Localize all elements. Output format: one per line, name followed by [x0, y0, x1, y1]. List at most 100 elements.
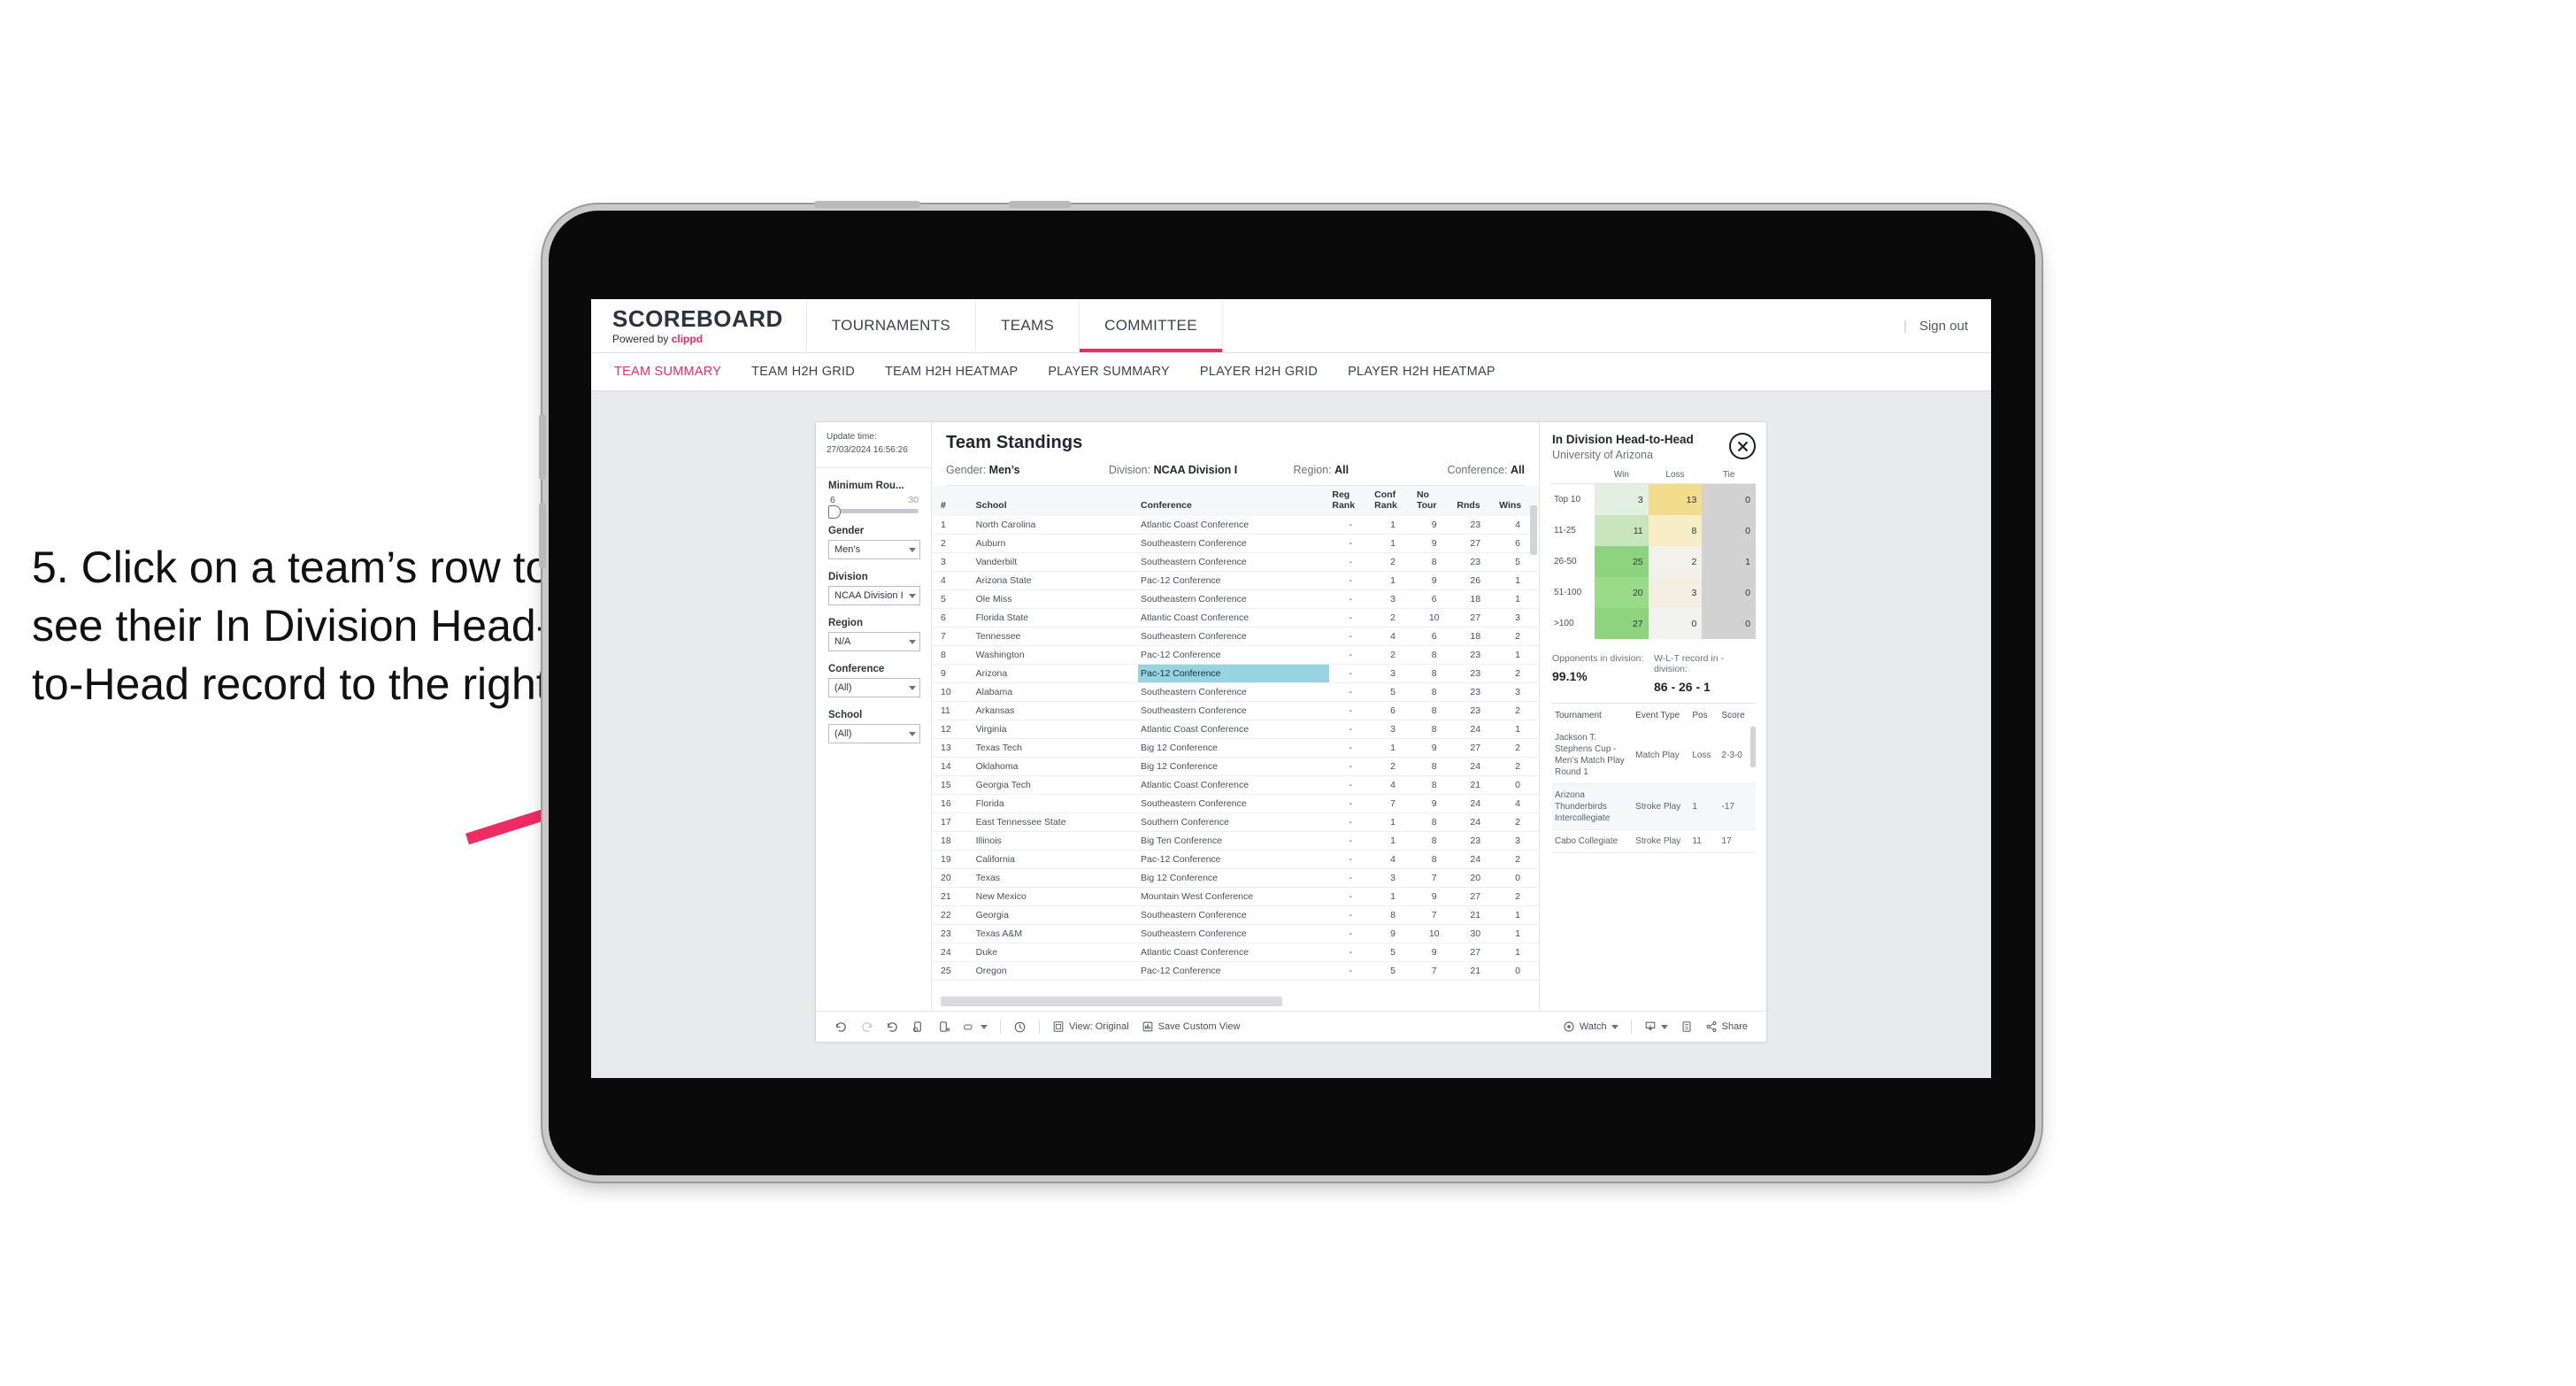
table-row[interactable]: 17 East Tennessee State Southern Conferenc… [932, 812, 1539, 833]
event-row[interactable]: Arizona Thunderbirds Intercollegiate Stro… [1552, 783, 1756, 831]
meta-region-label: Region: [1293, 464, 1332, 476]
division-select[interactable]: NCAA Division I [828, 586, 920, 605]
highlight-icon[interactable] [957, 1020, 994, 1034]
cell-conf-rank: 1 [1372, 831, 1414, 851]
tab-player-h2h-heatmap[interactable]: PLAYER H2H HEATMAP [1348, 365, 1496, 379]
slider-handle[interactable] [828, 505, 841, 519]
tab-player-h2h-grid[interactable]: PLAYER H2H GRID [1200, 365, 1318, 379]
event-row[interactable]: Jackson T. Stephens Cup - Men’s Match Pl… [1552, 727, 1756, 785]
table-row[interactable]: 10 Alabama Southeastern Conference -5 8 23 3 [932, 682, 1539, 703]
chevron-down-icon [909, 593, 916, 598]
sign-out-link[interactable]: Sign out [1919, 319, 1968, 334]
gender-value: Men’s [834, 544, 861, 555]
table-row[interactable]: 22 Georgia Southeastern Conference -8 7 21 1 [932, 905, 1539, 926]
cell-school: Vanderbilt [973, 552, 1139, 573]
pause-auto-update-icon[interactable] [931, 1020, 957, 1034]
table-row[interactable]: 12 Virginia Atlantic Coast Conference -3 8 24… [932, 720, 1539, 740]
cell-reg-rank: - [1329, 664, 1373, 684]
cell-reg-rank: - [1329, 850, 1373, 870]
fullscreen-button[interactable] [1674, 1020, 1699, 1033]
tab-team-summary[interactable]: TEAM SUMMARY [614, 365, 721, 379]
col-school[interactable]: School [973, 486, 1139, 517]
cell-num: 11 [932, 701, 973, 721]
tab-player-summary[interactable]: PLAYER SUMMARY [1048, 365, 1170, 379]
h2h-cell-loss: 2 [1648, 546, 1703, 578]
cell-conference: Big 12 Conference [1138, 868, 1330, 889]
table-row[interactable]: 1 North Carolina Atlantic Coast Conference… [932, 516, 1539, 535]
table-row[interactable]: 13 Texas Tech Big 12 Conference -1 9 27 2 [932, 738, 1539, 758]
refresh-data-icon[interactable] [905, 1020, 931, 1034]
events-scrollbar[interactable] [1750, 727, 1756, 768]
cell-school: Georgia [973, 905, 1139, 926]
topnav-item-teams[interactable]: TEAMS [976, 299, 1080, 352]
table-row[interactable]: 15 Georgia Tech Atlantic Coast Conference -… [932, 775, 1539, 796]
event-tournament: Arizona Thunderbirds Intercollegiate [1552, 783, 1634, 831]
table-row[interactable]: 19 California Pac-12 Conference -4 8 24 2 [932, 850, 1539, 870]
table-row[interactable]: 21 New Mexico Mountain West Conference -1 9 2… [932, 887, 1539, 907]
table-row[interactable]: 5 Ole Miss Southeastern Conference -3 6 18 1 [932, 589, 1539, 610]
min-rounds-slider[interactable] [828, 505, 919, 519]
download-button[interactable] [1638, 1020, 1674, 1033]
table-row[interactable]: 16 Florida Southeastern Conference -7 9 24 4 [932, 794, 1539, 814]
watch-button[interactable]: Watch [1557, 1020, 1625, 1033]
tab-team-h2h-grid[interactable]: TEAM H2H GRID [751, 365, 855, 379]
table-row[interactable]: 9 Arizona Pac-12 Conference -3 8 23 2 [932, 664, 1539, 684]
table-row[interactable]: 20 Texas Big 12 Conference -3 7 20 0 [932, 868, 1539, 889]
view-original-button[interactable]: View: Original [1046, 1020, 1135, 1033]
watch-label: Watch [1579, 1021, 1607, 1032]
cell-rnds: 23 [1454, 701, 1497, 721]
col-num[interactable]: # [932, 486, 973, 517]
tab-team-h2h-heatmap[interactable]: TEAM H2H HEATMAP [885, 365, 1018, 379]
cell-conf-rank: 2 [1372, 552, 1414, 573]
table-row[interactable]: 8 Washington Pac-12 Conference -2 8 23 1 [932, 645, 1539, 666]
col-no-tour[interactable]: No Tour [1413, 486, 1455, 517]
table-row[interactable]: 24 Duke Atlantic Coast Conference -5 9 27 1 [932, 943, 1539, 963]
cell-conf-rank: 5 [1372, 682, 1414, 703]
topnav-item-tournaments[interactable]: TOURNAMENTS [807, 299, 977, 352]
redo-icon[interactable] [854, 1020, 880, 1034]
cell-wins: 2 [1496, 701, 1539, 721]
chevron-down-icon [1611, 1024, 1619, 1029]
close-circle-icon[interactable] [1729, 433, 1756, 459]
table-row[interactable]: 3 Vanderbilt Southeastern Conference -2 8 23 5 [932, 552, 1539, 573]
cell-wins: 1 [1496, 589, 1539, 610]
h2h-band-label: Top 10 [1552, 483, 1595, 516]
cell-wins: 2 [1496, 738, 1539, 758]
table-row[interactable]: 4 Arizona State Pac-12 Conference -1 9 26 1 [932, 571, 1539, 591]
meta-division-value: NCAA Division I [1153, 464, 1238, 476]
min-rounds-min: 6 [830, 495, 835, 505]
region-select[interactable]: N/A [828, 632, 920, 651]
col-conf-rank[interactable]: Conf Rank [1372, 486, 1414, 517]
share-button[interactable]: Share [1699, 1020, 1754, 1033]
min-rounds-max: 30 [908, 495, 919, 505]
undo-icon[interactable] [828, 1020, 854, 1034]
update-time-value: 27/03/2024 16:56:26 [827, 444, 908, 455]
table-row[interactable]: 11 Arkansas Southeastern Conference -6 8 23 2 [932, 701, 1539, 721]
standings-meta: Gender: Men’s Division: NCAA Division I … [946, 464, 1525, 486]
col-conference[interactable]: Conference [1138, 486, 1330, 517]
table-horizontal-scrollbar[interactable] [941, 997, 1283, 1006]
history-icon[interactable] [1007, 1020, 1033, 1034]
table-row[interactable]: 23 Texas A&M Southeastern Conference -9 10 30… [932, 924, 1539, 944]
gender-select[interactable]: Men’s [828, 540, 920, 559]
cell-wins: 2 [1496, 664, 1539, 684]
cell-school: Texas A&M [973, 924, 1139, 944]
col-reg-rank[interactable]: Reg Rank [1329, 486, 1373, 517]
table-row[interactable]: 6 Florida State Atlantic Coast Conference -… [932, 608, 1539, 628]
col-rnds[interactable]: Rnds [1454, 486, 1497, 517]
topnav-item-committee[interactable]: COMMITTEE [1080, 299, 1223, 352]
school-select[interactable]: (All) [828, 724, 920, 743]
table-row[interactable]: 7 Tennessee Southeastern Conference -4 6 18 2 [932, 627, 1539, 647]
event-row[interactable]: Cabo Collegiate Stroke Play 11 17 [1552, 829, 1756, 854]
conference-select[interactable]: (All) [828, 678, 920, 697]
cell-school: California [973, 850, 1139, 870]
table-row[interactable]: 14 Oklahoma Big 12 Conference -2 8 24 2 [932, 757, 1539, 777]
table-header-row: # School Conference Reg Rank Conf Rank No T… [932, 486, 1539, 517]
revert-icon[interactable] [880, 1020, 905, 1034]
table-vertical-scrollbar[interactable] [1530, 505, 1537, 555]
table-row[interactable]: 25 Oregon Pac-12 Conference -5 7 21 0 [932, 961, 1539, 982]
events-table-body: Jackson T. Stephens Cup - Men’s Match Pl… [1552, 727, 1756, 854]
save-custom-view-button[interactable]: Save Custom View [1135, 1020, 1247, 1033]
table-row[interactable]: 2 Auburn Southeastern Conference -1 9 27 6 [932, 534, 1539, 554]
table-row[interactable]: 18 Illinois Big Ten Conference -1 8 23 3 [932, 831, 1539, 851]
